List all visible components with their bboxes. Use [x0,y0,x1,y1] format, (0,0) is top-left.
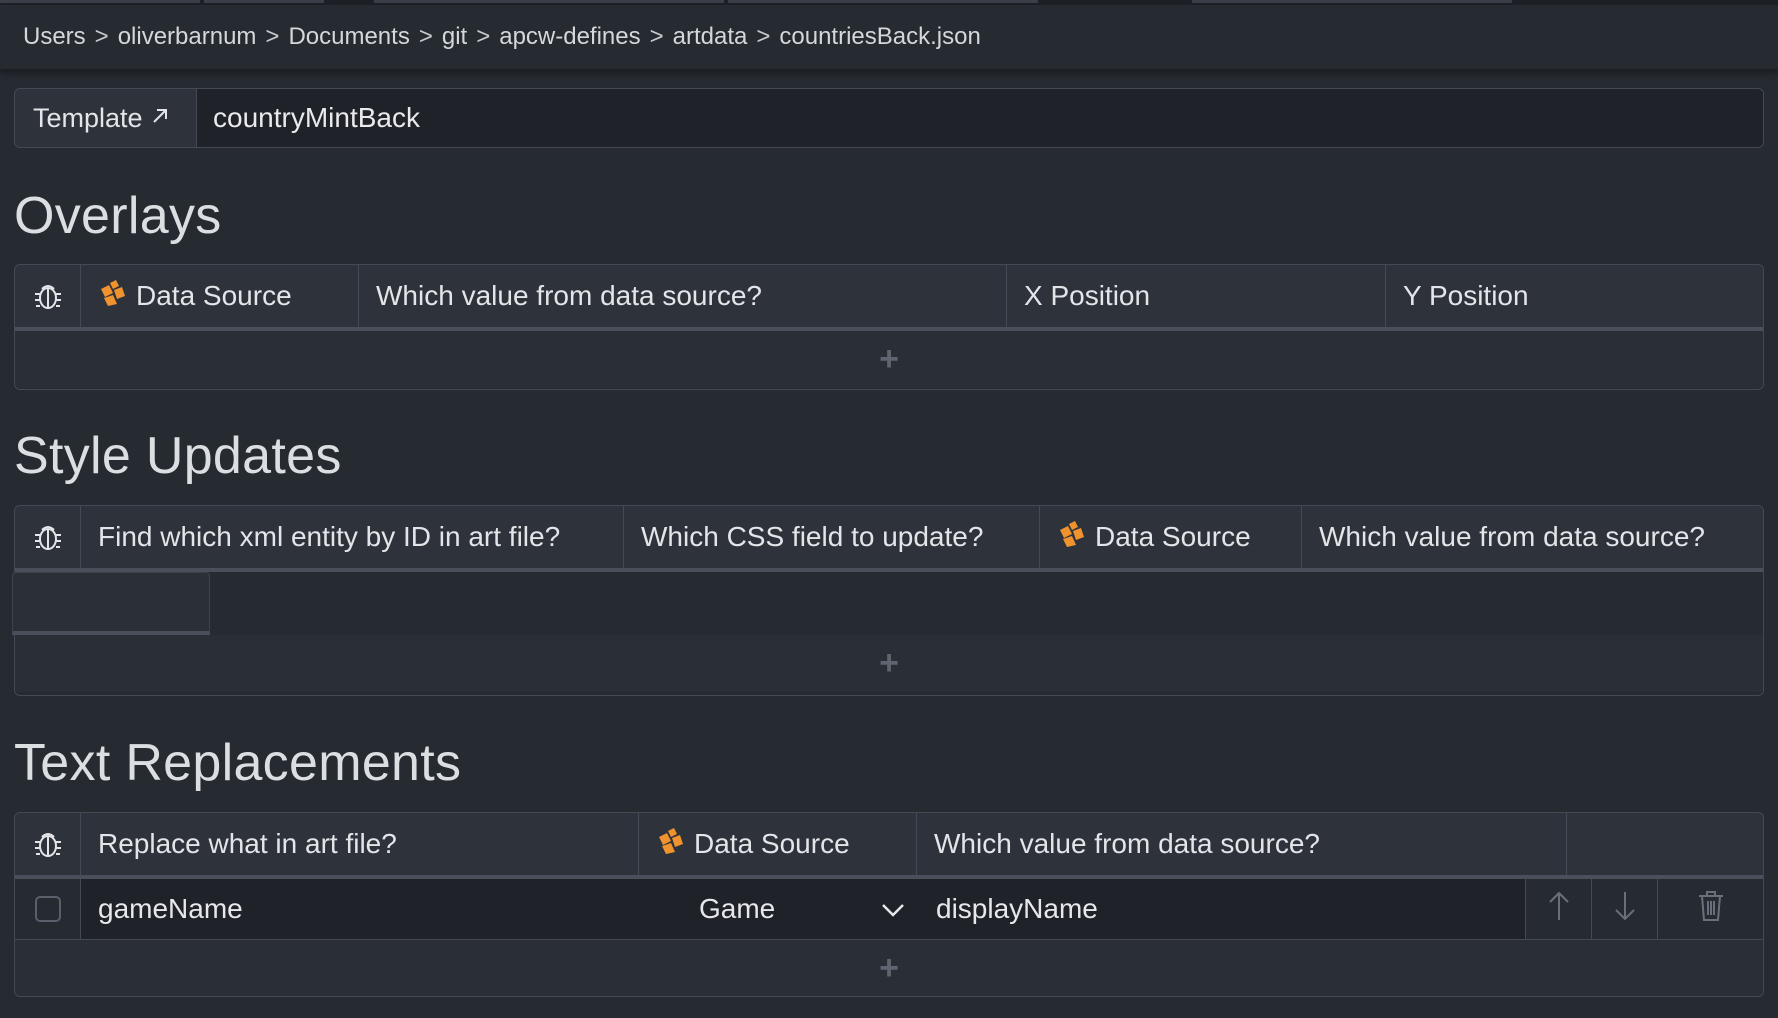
breadcrumb-separator: > [756,23,771,50]
breadcrumb-item-current[interactable]: countriesBack.json [779,23,980,51]
col-which-value: Which value from data source? [1319,521,1705,552]
move-down-button[interactable] [1591,879,1657,939]
replace-what-input[interactable] [81,879,639,939]
template-link-button[interactable]: Template [15,89,197,147]
col-data-source: Data Source [639,813,917,875]
text-replacements-table: Replace what in art file? Data Source Wh… [14,812,1764,997]
col-replace-what: Replace what in art file? [81,813,639,875]
data-source-icon [1057,520,1085,555]
overlays-heading: Overlays [14,187,222,245]
row-select-cell [15,879,81,939]
text-replacements-heading: Text Replacements [14,734,462,792]
style-updates-add-button[interactable]: + [15,635,1763,692]
arrow-down-icon [1614,890,1636,929]
overlays-header-row: Data Source Which value from data source… [15,265,1763,331]
style-updates-header-row: Find which xml entity by ID in art file?… [15,506,1763,572]
external-link-icon [151,104,169,132]
template-field: Template [14,88,1764,148]
delete-row-button[interactable] [1657,879,1763,939]
trash-icon [1697,890,1725,929]
breadcrumb-item[interactable]: Documents [288,23,409,51]
which-value-input[interactable] [917,879,1525,939]
col-data-source: Data Source [81,265,359,327]
col-y-position: Y Position [1403,280,1529,311]
template-input[interactable] [197,89,1763,147]
breadcrumb-separator: > [94,23,109,50]
col-find-xml-entity: Find which xml entity by ID in art file? [81,506,624,568]
bug-icon[interactable] [15,265,81,327]
data-source-icon [98,279,126,314]
template-label: Template [33,102,143,133]
overlays-add-button[interactable]: + [15,331,1763,388]
row-checkbox[interactable] [34,896,61,922]
move-up-button[interactable] [1525,879,1591,939]
breadcrumb-item[interactable]: apcw-defines [499,23,640,51]
breadcrumb-item[interactable]: Users [23,23,86,51]
col-which-value: Which value from data source? [359,265,1007,327]
bug-icon[interactable] [15,813,81,875]
overlays-table: Data Source Which value from data source… [14,264,1764,390]
style-updates-empty-row [15,572,1763,635]
data-source-select-value: Game [699,893,776,924]
breadcrumb-item[interactable]: oliverbarnum [118,23,257,51]
breadcrumb: Users > oliverbarnum > Documents > git >… [0,5,1778,70]
breadcrumb-item[interactable]: artdata [673,23,748,51]
style-updates-table: Find which xml entity by ID in art file?… [14,505,1764,696]
arrow-up-icon [1548,890,1570,929]
breadcrumb-separator: > [265,23,280,50]
bug-icon[interactable] [15,506,81,568]
text-replacements-add-button[interactable]: + [15,940,1763,996]
text-replacements-header-row: Replace what in art file? Data Source Wh… [15,813,1763,879]
col-data-source: Data Source [1040,506,1302,568]
col-css-field: Which CSS field to update? [624,506,1040,568]
breadcrumb-item[interactable]: git [442,23,467,51]
col-x-position: X Position [1007,265,1386,327]
table-row: Game [15,879,1763,940]
style-updates-heading: Style Updates [14,427,342,485]
drag-ghost-cell [12,572,210,635]
col-which-value: Which value from data source? [917,813,1567,875]
data-source-select[interactable]: Game [639,879,917,939]
breadcrumb-separator: > [476,23,491,50]
col-actions [1567,813,1763,875]
breadcrumb-separator: > [649,23,664,50]
data-source-icon [656,827,684,862]
chevron-down-icon [881,893,905,925]
breadcrumb-separator: > [418,23,433,50]
